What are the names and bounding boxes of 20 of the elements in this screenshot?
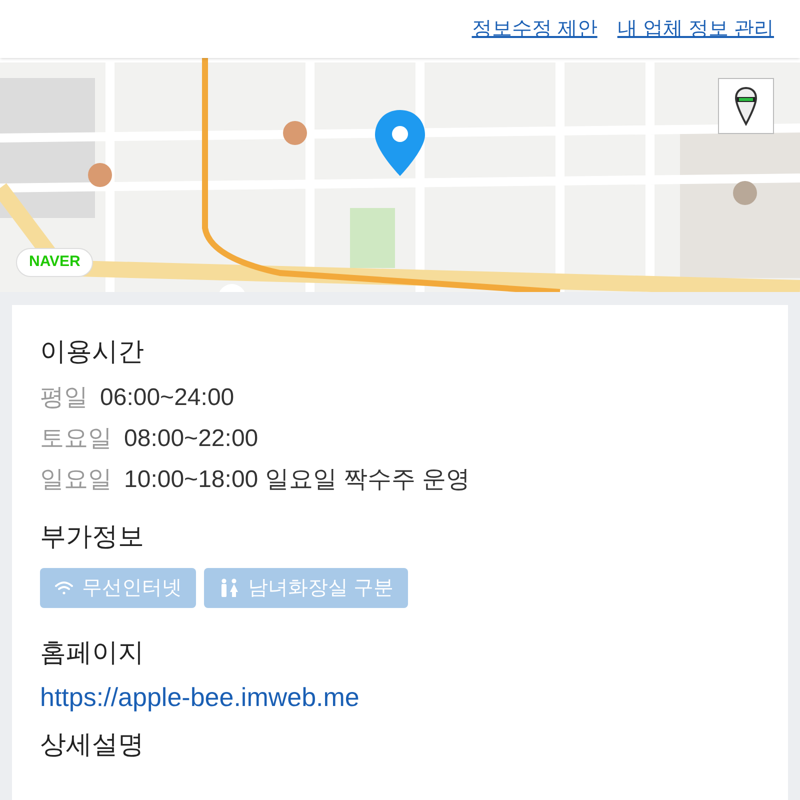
map-pin-icon [373,108,427,178]
section-title: 홈페이지 [40,636,145,669]
day-label: 평일 [40,382,88,412]
map-logo: NAVER [16,248,94,276]
wifi-icon [54,580,74,596]
section-title: 상세설명 [40,728,145,760]
amenity-tag: 남녀화장실 구분 [204,568,408,608]
section-title: 이용시간 [40,335,145,368]
day-label: 토요일 [40,424,112,454]
hours-text: 08:00~22:00 [124,424,258,454]
section-title: 부가정보 [40,520,145,553]
day-label: 일요일 [40,464,112,494]
hours-text: 10:00~18:00 일요일 짝수주 운영 [124,464,470,494]
marker-icon [734,86,758,126]
amenity-tag: 무선인터넷 [40,568,196,608]
map-layer-button[interactable] [718,78,774,134]
homepage-link[interactable]: https://apple-bee.imweb.me [40,680,760,714]
header-link[interactable]: 내 업체 정보 관리 [617,14,774,44]
hours-text: 06:00~24:00 [100,382,234,412]
header-link[interactable]: 정보수정 제안 [472,14,598,44]
